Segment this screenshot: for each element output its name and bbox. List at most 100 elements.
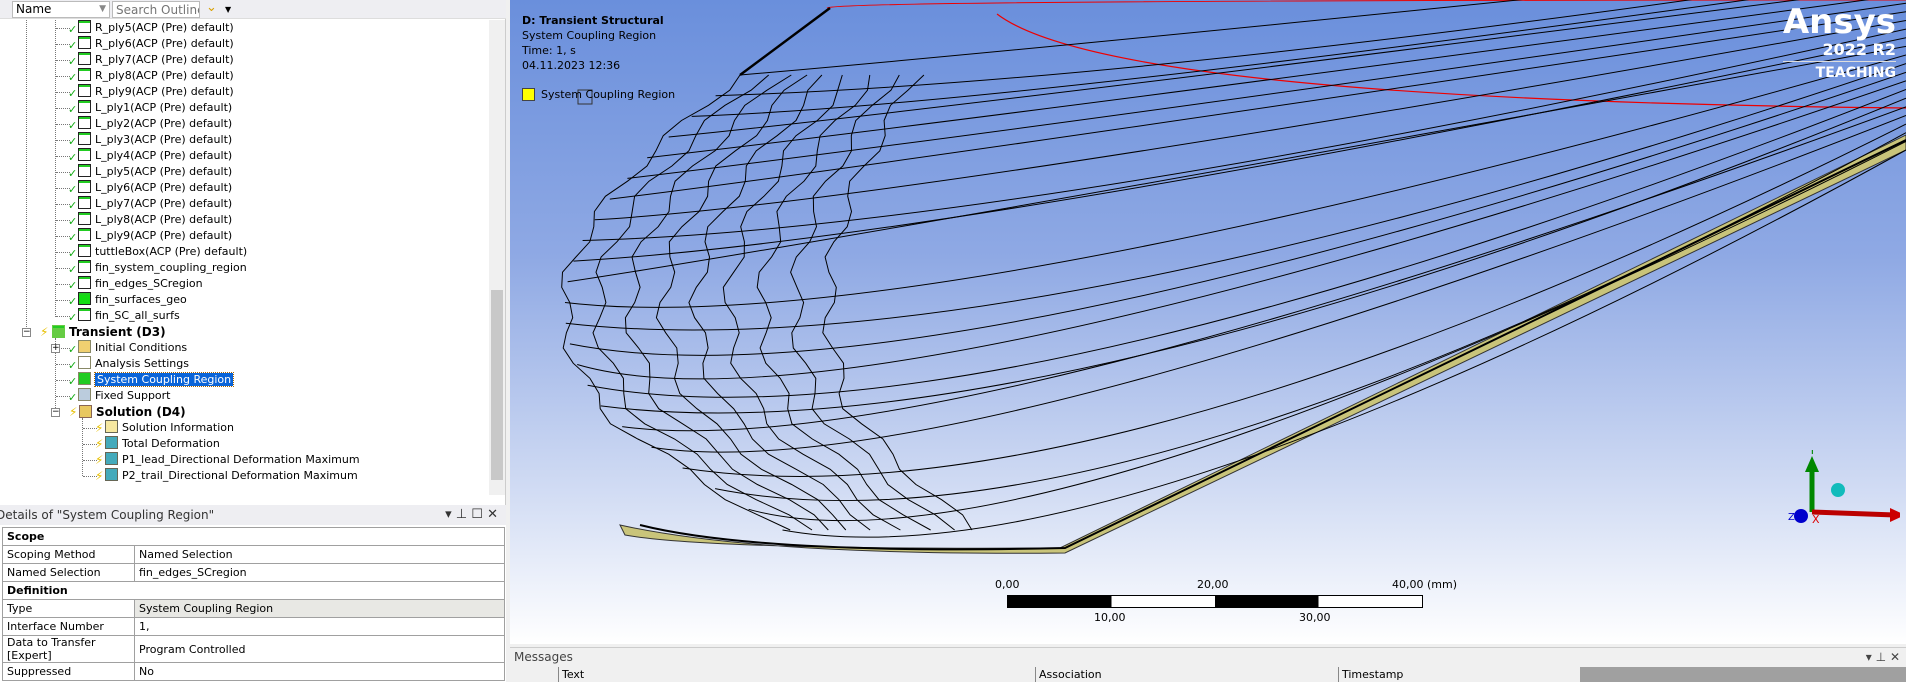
check-icon: ✓ — [68, 343, 78, 356]
tree-item[interactable]: R_ply5(ACP (Pre) default) — [78, 20, 234, 36]
dropdown-icon[interactable]: ▾ — [445, 507, 452, 522]
tree-item[interactable]: System Coupling Region — [78, 372, 235, 388]
check-icon: ✓ — [68, 375, 78, 388]
column-text[interactable]: Text — [558, 667, 584, 682]
fixed-support-icon — [78, 388, 91, 401]
named-selection-icon — [78, 100, 91, 113]
tree-item[interactable]: P1_lead_Directional Deformation Maximum — [105, 452, 360, 468]
y-label: Y — [1808, 450, 1816, 457]
check-icon: ✓ — [68, 87, 78, 100]
mesh-line — [651, 115, 1906, 453]
scrollbar-thumb[interactable] — [491, 290, 503, 480]
check-icon: ✓ — [68, 71, 78, 84]
tree-item[interactable]: fin_edges_SCregion — [78, 276, 203, 292]
mesh-line — [624, 74, 829, 531]
tree-item[interactable]: Solution Information — [105, 420, 234, 436]
check-icon: ✓ — [68, 55, 78, 68]
check-icon: ✓ — [68, 167, 78, 180]
tree-item[interactable]: R_ply6(ACP (Pre) default) — [78, 36, 234, 52]
collapse-icon[interactable]: − — [22, 328, 31, 337]
mesh-line — [790, 74, 955, 531]
mesh-line — [822, 74, 973, 531]
tree-item[interactable]: L_ply8(ACP (Pre) default) — [78, 212, 232, 228]
name-filter-dropdown[interactable]: Name ▼ — [12, 1, 110, 18]
details-row[interactable]: Interface Number 1, — [2, 617, 505, 636]
pin-icon[interactable]: ⊥ — [456, 507, 467, 522]
lightning-icon: ⚡ — [40, 325, 49, 339]
mesh-line — [569, 71, 1906, 356]
collapse-icon[interactable]: − — [51, 408, 60, 417]
check-icon: ✓ — [68, 311, 78, 324]
details-row[interactable]: Suppressed No — [2, 662, 505, 681]
deformation-result-icon — [105, 436, 118, 449]
details-panel: Details of "System Coupling Region" ▾ ⊥ … — [0, 505, 506, 682]
maximize-icon[interactable]: ☐ — [471, 507, 483, 522]
tree-scrollbar[interactable] — [489, 20, 505, 495]
tree-item[interactable]: L_ply2(ACP (Pre) default) — [78, 116, 232, 132]
tree-item-solution[interactable]: Solution (D4) — [79, 404, 186, 420]
column-association[interactable]: Association — [1035, 667, 1102, 682]
dropdown-icon[interactable]: ▾ — [1866, 650, 1872, 664]
tree-item[interactable]: L_ply7(ACP (Pre) default) — [78, 196, 232, 212]
details-header: Details of "System Coupling Region" ▾ ⊥ … — [0, 505, 506, 525]
tree-item[interactable]: Initial Conditions — [78, 340, 187, 356]
tree-item[interactable]: fin_surfaces_geo — [78, 292, 187, 308]
transient-analysis-icon — [52, 325, 65, 338]
tree-item[interactable]: L_ply3(ACP (Pre) default) — [78, 132, 232, 148]
named-selection-icon — [78, 148, 91, 161]
named-selection-icon — [78, 84, 91, 97]
tree-item[interactable]: Total Deformation — [105, 436, 220, 452]
tree-item[interactable]: R_ply8(ACP (Pre) default) — [78, 68, 234, 84]
details-row[interactable]: Type System Coupling Region — [2, 599, 505, 618]
tree-item[interactable]: fin_system_coupling_region — [78, 260, 247, 276]
z-label: Z — [1788, 512, 1795, 523]
solution-information-icon — [105, 420, 118, 433]
mesh-line — [627, 2, 1906, 179]
tree-item[interactable]: R_ply9(ACP (Pre) default) — [78, 84, 234, 100]
tree-item[interactable]: L_ply6(ACP (Pre) default) — [78, 180, 232, 196]
axis-triad: Y X Z — [1788, 450, 1900, 523]
tree-item[interactable]: Fixed Support — [78, 388, 171, 404]
lightning-icon: ⚡ — [69, 405, 78, 419]
column-timestamp[interactable]: Timestamp — [1338, 667, 1403, 682]
tree-item-transient[interactable]: Transient (D3) — [52, 324, 166, 340]
expand-icon[interactable]: + — [51, 344, 60, 353]
check-icon: ✓ — [68, 215, 78, 228]
search-input[interactable] — [112, 1, 200, 18]
check-icon: ✓ — [68, 391, 78, 404]
named-selection-icon — [78, 228, 91, 241]
named-selection-icon — [78, 164, 91, 177]
tree-item[interactable]: L_ply9(ACP (Pre) default) — [78, 228, 232, 244]
graphics-viewport[interactable]: D: Transient Structural System Coupling … — [510, 0, 1906, 644]
details-row[interactable]: Scoping Method Named Selection — [2, 545, 505, 564]
close-icon[interactable]: ✕ — [1890, 650, 1900, 664]
tree-item[interactable]: P2_trail_Directional Deformation Maximum — [105, 468, 358, 484]
check-icon: ✓ — [68, 39, 78, 52]
close-icon[interactable]: ✕ — [487, 507, 498, 522]
messages-panel: Messages ▾ ⊥ ✕ Text Association Timestam… — [510, 647, 1906, 682]
details-row[interactable]: Data to Transfer [Expert] Program Control… — [2, 635, 505, 663]
details-row[interactable]: Named Selection fin_edges_SCregion — [2, 563, 505, 582]
viewport-legend: System Coupling Region — [522, 88, 675, 101]
mesh-line — [647, 0, 1870, 159]
filter-icon[interactable]: ⌄ — [206, 0, 217, 15]
ansys-logo: Ansys 2022 R2 TEACHING — [1782, 2, 1896, 81]
details-category: Scope — [2, 527, 505, 546]
tree-item[interactable]: fin_SC_all_surfs — [78, 308, 180, 324]
check-icon: ✓ — [68, 151, 78, 164]
pin-icon[interactable]: ⊥ — [1876, 650, 1886, 664]
x-arrowhead — [1890, 508, 1900, 522]
named-selection-icon — [78, 116, 91, 129]
deformation-result-icon — [105, 468, 118, 481]
tree-item[interactable]: R_ply7(ACP (Pre) default) — [78, 52, 234, 68]
lightning-icon: ⚡ — [95, 421, 104, 435]
tree-item[interactable]: tuttleBox(ACP (Pre) default) — [78, 244, 247, 260]
check-icon: ✓ — [68, 359, 78, 372]
tree-item[interactable]: L_ply4(ACP (Pre) default) — [78, 148, 232, 164]
tree-item[interactable]: L_ply5(ACP (Pre) default) — [78, 164, 232, 180]
x-axis-arrow — [1811, 509, 1896, 518]
tree-item[interactable]: L_ply1(ACP (Pre) default) — [78, 100, 232, 116]
dropdown-arrow-icon[interactable]: ▼ — [225, 5, 231, 14]
tree-item[interactable]: Analysis Settings — [78, 356, 189, 372]
y-arrowhead — [1805, 456, 1819, 472]
